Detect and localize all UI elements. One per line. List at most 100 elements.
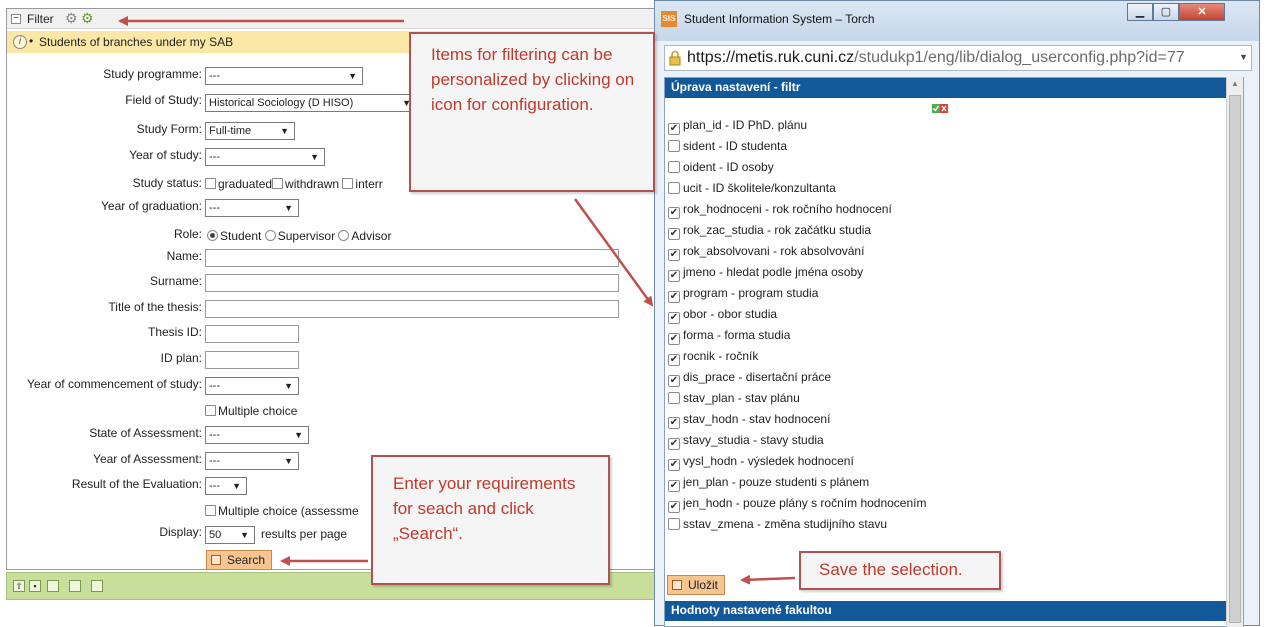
collapse-icon[interactable]: − (11, 14, 21, 24)
state-of-assessment-label: State of Assessment: (89, 426, 202, 440)
config-option[interactable]: ✔ rok_hodnoceni - rok ročního hodnocení (668, 202, 892, 219)
config-option[interactable]: ✔ forma - forma studia (668, 328, 790, 345)
year-of-assessment-label: Year of Assessment: (93, 452, 202, 466)
advisor-radio[interactable] (338, 230, 350, 241)
thesis-id-input[interactable] (205, 325, 299, 343)
minimize-button[interactable]: ▁ (1127, 3, 1153, 21)
field-of-study-select[interactable]: Historical Sociology (D HISO) ▼ (205, 94, 417, 112)
study-form-select[interactable]: Full-time ▼ (205, 122, 295, 140)
option-checkbox[interactable]: ✔ (668, 354, 680, 366)
config-option[interactable]: ucit - ID školitele/konzultanta (668, 181, 836, 195)
scrollbar[interactable]: ▲ (1226, 77, 1243, 627)
year-of-assessment-select[interactable]: --- ▼ (205, 452, 299, 470)
config-option[interactable]: sstav_zmena - změna studijního stavu (668, 517, 887, 531)
dropdown-arrow-icon: ▼ (294, 430, 303, 440)
export-icon-2[interactable] (69, 580, 81, 592)
option-checkbox[interactable]: ✔ (668, 291, 680, 303)
withdrawn-checkbox[interactable] (272, 178, 284, 189)
gear-icon[interactable]: ⚙ (65, 10, 78, 26)
scroll-up-icon[interactable]: ▲ (1229, 79, 1241, 91)
section-header: Úprava nastavení - filtr (665, 78, 1227, 98)
result-evaluation-select[interactable]: --- ▼ (205, 477, 247, 495)
maximize-button[interactable]: ▢ (1153, 3, 1179, 21)
filter-header: − Filter ⚙ ⚙ (7, 9, 655, 29)
option-checkbox[interactable]: ✔ (668, 207, 680, 219)
option-checkbox[interactable]: ✔ (668, 270, 680, 282)
multiple-choice-label: Multiple choice (218, 404, 298, 418)
option-checkbox[interactable] (668, 182, 680, 194)
config-option[interactable]: ✔ jen_hodn - pouze plány s ročním hodnoce… (668, 496, 927, 513)
config-option[interactable]: ✔ plan_id - ID PhD. plánu (668, 118, 807, 135)
config-option[interactable]: ✔ jen_plan - pouze studenti s plánem (668, 475, 869, 492)
graduated-checkbox[interactable] (205, 178, 216, 189)
multiple-choice-assessment-checkbox[interactable] (205, 505, 216, 516)
chevron-down-icon[interactable]: ▼ (1239, 52, 1248, 62)
study-programme-select[interactable]: --- ▼ (205, 67, 363, 85)
config-option[interactable]: ✔ rok_zac_studia - rok začátku studia (668, 223, 871, 240)
option-checkbox[interactable]: ✔ (668, 438, 680, 450)
gear-config-icon[interactable]: ⚙ (81, 10, 94, 26)
export-icon-3[interactable] (91, 580, 103, 592)
option-checkbox[interactable]: ✔ (668, 480, 680, 492)
option-checkbox[interactable] (668, 518, 680, 530)
year-of-study-select[interactable]: --- ▼ (205, 148, 325, 166)
option-checkbox[interactable]: ✔ (668, 312, 680, 324)
interrupted-checkbox[interactable] (342, 178, 354, 189)
results-per-page-select[interactable]: 50 ▼ (205, 526, 255, 544)
filter-title: Filter (27, 12, 54, 26)
url-bar[interactable]: https://metis.ruk.cuni.cz/studukp1/eng/l… (664, 45, 1252, 71)
save-button[interactable]: Uložit (667, 575, 726, 595)
supervisor-radio[interactable] (264, 230, 276, 241)
config-option[interactable]: ✔ stav_hodn - stav hodnocení (668, 412, 830, 429)
config-option[interactable]: ✔ program - program studia (668, 286, 818, 303)
option-checkbox[interactable]: ✔ (668, 501, 680, 513)
year-of-study-label: Year of study: (129, 148, 202, 162)
config-option[interactable]: ✔ stavy_studia - stavy studia (668, 433, 824, 450)
state-of-assessment-select[interactable]: --- ▼ (205, 426, 309, 444)
surname-input[interactable] (205, 274, 619, 292)
search-button[interactable]: Search (206, 550, 273, 570)
export-icon[interactable] (47, 580, 59, 592)
option-label: ucit - ID školitele/konzultanta (683, 181, 836, 195)
option-label: rok_hodnoceni - rok ročního hodnocení (683, 202, 892, 216)
config-option[interactable]: ✔ vysl_hodn - výsledek hodnocení (668, 454, 854, 471)
option-checkbox[interactable]: ✔ (668, 417, 680, 429)
save-icon[interactable]: ▪ (29, 580, 41, 592)
option-checkbox[interactable]: ✔ (668, 459, 680, 471)
year-of-graduation-select[interactable]: --- ▼ (205, 199, 299, 217)
multiple-choice-checkbox[interactable] (205, 405, 216, 416)
option-label: dis_prace - disertační práce (683, 370, 832, 384)
option-checkbox[interactable]: ✔ (668, 333, 680, 345)
study-status-options: graduated withdrawn interr (205, 177, 383, 191)
toggle-all-icon[interactable] (932, 104, 948, 113)
option-checkbox[interactable]: ✔ (668, 228, 680, 240)
option-label: forma - forma studia (683, 328, 791, 342)
student-radio[interactable] (207, 230, 218, 241)
url-path: /studukp1/eng/lib/dialog_userconfig.php?… (854, 49, 1185, 66)
option-checkbox[interactable] (668, 161, 680, 173)
config-option[interactable]: oident - ID osoby (668, 160, 774, 174)
config-option[interactable]: ✔ rocnik - ročník (668, 349, 758, 366)
config-option[interactable]: ✔ rok_absolvovani - rok absolvování (668, 244, 864, 261)
option-checkbox[interactable]: ✔ (668, 123, 680, 135)
dropdown-arrow-icon: ▼ (284, 456, 293, 466)
option-checkbox[interactable] (668, 392, 680, 404)
option-checkbox[interactable] (668, 140, 680, 152)
config-option[interactable]: stav_plan - stav plánu (668, 391, 800, 405)
option-checkbox[interactable]: ✔ (668, 375, 680, 387)
multiple-choice-assessment-label: Multiple choice (assessme (218, 504, 359, 518)
thesis-title-input[interactable] (205, 300, 619, 318)
config-option[interactable]: ✔ obor - obor studia (668, 307, 777, 324)
option-checkbox[interactable]: ✔ (668, 249, 680, 261)
id-plan-input[interactable] (205, 351, 299, 369)
option-label: jmeno - hledat podle jména osoby (683, 265, 864, 279)
config-option[interactable]: sident - ID studenta (668, 139, 787, 153)
year-commencement-select[interactable]: --- ▼ (205, 377, 299, 395)
close-button[interactable]: ✕ (1179, 3, 1225, 21)
config-option[interactable]: ✔ dis_prace - disertační práce (668, 370, 831, 387)
supervisor-label: Supervisor (277, 229, 336, 243)
arrow-up-icon[interactable]: ⇧ (13, 580, 25, 592)
scroll-thumb[interactable] (1229, 95, 1241, 623)
name-input[interactable] (205, 249, 619, 267)
config-option[interactable]: ✔ jmeno - hledat podle jména osoby (668, 265, 863, 282)
